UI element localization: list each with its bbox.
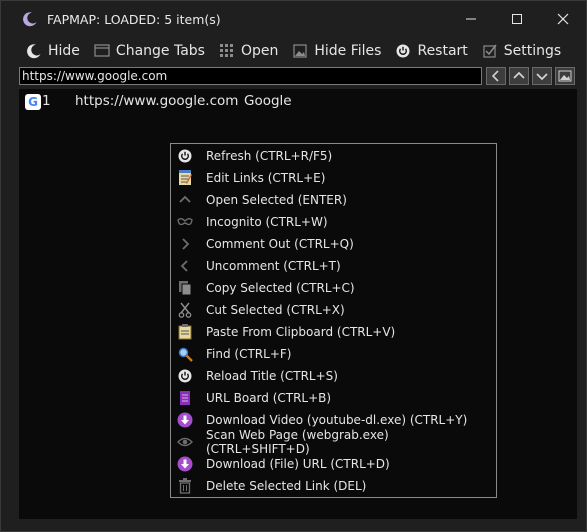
menu-item-label: Find (CTRL+F) (206, 347, 292, 361)
window-title: FAPMAP: LOADED: 5 item(s) (47, 11, 221, 27)
menu-item-label: Incognito (CTRL+W) (206, 215, 328, 229)
menu-item-uncomment[interactable]: Uncomment (CTRL+T) (171, 255, 496, 277)
download-icon (177, 456, 193, 472)
power-icon (395, 43, 411, 59)
menu-item-reload-title[interactable]: Reload Title (CTRL+S) (171, 365, 496, 387)
open-label: Open (240, 43, 279, 59)
title-bar[interactable]: FAPMAP: LOADED: 5 item(s) (1, 1, 586, 37)
settings-button[interactable]: Settings (482, 38, 561, 64)
chevron-down-icon[interactable] (532, 67, 552, 85)
moon-icon (26, 43, 42, 59)
copy-icon (177, 280, 193, 296)
menu-item-cut-selected[interactable]: Cut Selected (CTRL+X) (171, 299, 496, 321)
magnifier-icon (177, 346, 193, 362)
trash-icon (177, 478, 193, 494)
menu-item-label: Edit Links (CTRL+E) (206, 171, 326, 185)
menu-item-delete-selected-link[interactable]: Delete Selected Link (DEL) (171, 475, 496, 497)
menu-item-label: Reload Title (CTRL+S) (206, 369, 338, 383)
menu-item-label: Paste From Clipboard (CTRL+V) (206, 325, 396, 339)
eye-icon (177, 434, 193, 450)
open-button[interactable]: Open (219, 38, 278, 64)
menu-item-label: Comment Out (CTRL+Q) (206, 237, 354, 251)
close-icon[interactable] (540, 1, 586, 37)
scissors-icon (177, 302, 193, 318)
chevron-up-icon[interactable] (509, 67, 529, 85)
chevron-up-icon (177, 192, 193, 208)
chevron-left-icon (177, 258, 193, 274)
settings-label: Settings (503, 43, 562, 59)
menu-item-comment-out[interactable]: Comment Out (CTRL+Q) (171, 233, 496, 255)
download-icon (177, 412, 193, 428)
menu-item-paste-from-clipboard[interactable]: Paste From Clipboard (CTRL+V) (171, 321, 496, 343)
maximize-icon[interactable] (494, 1, 540, 37)
google-favicon-icon: G (25, 94, 41, 110)
checkbox-icon (482, 43, 498, 59)
menu-item-edit-links[interactable]: Edit Links (CTRL+E) (171, 167, 496, 189)
item-number: 1 (42, 93, 51, 109)
restart-label: Restart (417, 43, 468, 59)
menu-item-download-file-url[interactable]: Download (File) URL (CTRL+D) (171, 453, 496, 475)
item-url: https://www.google.com (75, 93, 239, 109)
moon-icon (21, 10, 39, 28)
list-item[interactable]: G 1 https://www.google.com Google (19, 92, 577, 112)
power-icon (177, 368, 193, 384)
clipboard-icon (177, 324, 193, 340)
menu-bar: Hide Change Tabs Open Hide Files Restart (1, 38, 586, 64)
hide-button[interactable]: Hide (26, 38, 80, 64)
app-window: FAPMAP: LOADED: 5 item(s) Hide Change Ta… (0, 0, 587, 532)
menu-item-label: Refresh (CTRL+R/F5) (206, 149, 333, 163)
item-title: Google (244, 93, 292, 109)
mask-icon (177, 214, 193, 230)
menu-item-label: Delete Selected Link (DEL) (206, 479, 367, 493)
board-icon (177, 390, 193, 406)
menu-item-scan-web-page[interactable]: Scan Web Page (webgrab.exe) (CTRL+SHIFT+… (171, 428, 496, 456)
menu-item-label: Download (File) URL (CTRL+D) (206, 457, 390, 471)
menu-item-find[interactable]: Find (CTRL+F) (171, 343, 496, 365)
menu-item-label: Cut Selected (CTRL+X) (206, 303, 345, 317)
menu-item-label: Copy Selected (CTRL+C) (206, 281, 355, 295)
menu-item-url-board[interactable]: URL Board (CTRL+B) (171, 387, 496, 409)
url-row (19, 66, 577, 86)
menu-item-label: Scan Web Page (webgrab.exe) (CTRL+SHIFT+… (206, 428, 389, 456)
menu-item-label: Open Selected (ENTER) (206, 193, 347, 207)
menu-item-label: Download Video (youtube-dl.exe) (CTRL+Y) (206, 413, 468, 427)
menu-item-label: Uncomment (CTRL+T) (206, 259, 341, 273)
hide-label: Hide (48, 43, 80, 59)
power-icon (177, 148, 193, 164)
menu-item-incognito[interactable]: Incognito (CTRL+W) (171, 211, 496, 233)
notepad-icon (177, 170, 193, 186)
change-tabs-label: Change Tabs (115, 43, 205, 59)
menu-item-copy-selected[interactable]: Copy Selected (CTRL+C) (171, 277, 496, 299)
menu-item-label: URL Board (CTRL+B) (206, 391, 332, 405)
chevron-left-icon[interactable] (486, 67, 506, 85)
menu-item-open-selected[interactable]: Open Selected (ENTER) (171, 189, 496, 211)
hide-files-button[interactable]: Hide Files (292, 38, 381, 64)
minimize-icon[interactable] (448, 1, 494, 37)
chevron-right-icon (177, 236, 193, 252)
image-icon (292, 43, 308, 59)
hide-files-label: Hide Files (314, 43, 382, 59)
menu-item-refresh[interactable]: Refresh (CTRL+R/F5) (171, 145, 496, 167)
url-input[interactable] (19, 67, 482, 85)
window-icon (94, 43, 110, 59)
restart-button[interactable]: Restart (395, 38, 468, 64)
change-tabs-button[interactable]: Change Tabs (94, 38, 205, 64)
context-menu: Refresh (CTRL+R/F5) Edit Links (CTRL+E) … (170, 143, 497, 498)
image-icon[interactable] (555, 67, 575, 85)
grid-icon (219, 43, 235, 59)
